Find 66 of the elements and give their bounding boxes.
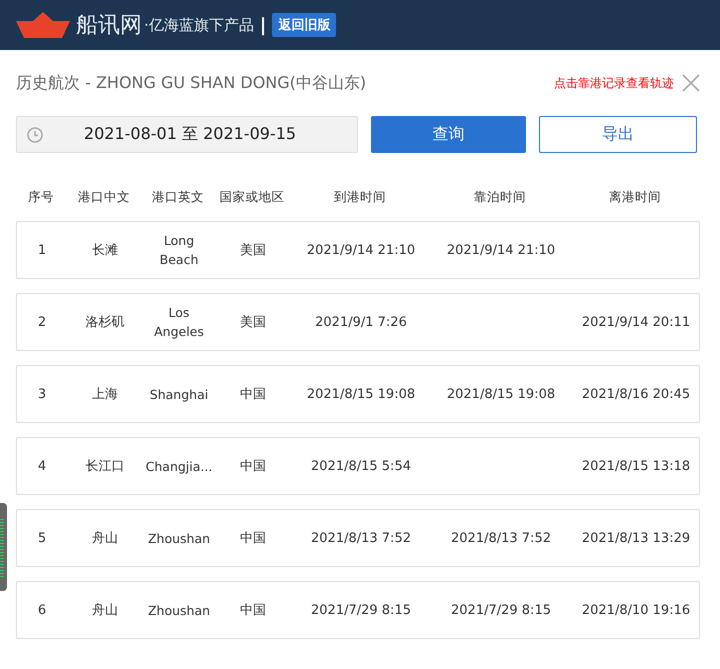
table-cell-text: 2021/8/16 20:45 [582, 386, 690, 404]
port-record-row[interactable]: 1 长滩 Long Beach 美国 2021/9/14 21:10 2021/9/14 21:10 [16, 221, 700, 279]
divider-mark: | [260, 14, 266, 36]
column-header: 序号 [27, 188, 55, 206]
table-cell-text: Long Beach [160, 232, 198, 269]
table-cell-text: 2021/8/15 5:54 [311, 458, 411, 476]
port-record-row[interactable]: 3 上海 Shanghai 中国 2021/8/15 19:08 2021/8/15 19:08 2021/8/16 20:45 [16, 365, 700, 423]
table-cell-text: 洛杉矶 [86, 314, 124, 332]
port-record-row[interactable]: 6 舟山 Zhoushan 中国 2021/7/29 8:15 2021/7/29 8:15 2021/8/10 19:16 [16, 581, 700, 639]
side-handle[interactable] [0, 503, 7, 591]
table-cell-text: 1 [38, 242, 46, 260]
table-cell-text: 2021/9/14 20:11 [582, 314, 690, 332]
table-cell-text: 5 [38, 530, 46, 548]
clock-icon [27, 126, 43, 142]
table-cell-text: 长江口 [86, 458, 124, 476]
table-cell-text: 美国 [240, 242, 266, 260]
table-cell-text: 中国 [240, 602, 266, 620]
table-cell-text: 2 [38, 314, 46, 332]
table-cell-text: 2021/7/29 8:15 [311, 602, 411, 620]
date-range-text: 2021-08-01 至 2021-09-15 [82, 124, 298, 145]
table-cell-text: Zhoushan [148, 530, 210, 548]
table-cell-text: 2021/9/14 21:10 [446, 242, 556, 260]
table-cell-text: 中国 [240, 530, 266, 548]
port-record-row[interactable]: 4 长江口 Changjia... 中国 2021/8/15 5:54 2021/8/15 13:18 [16, 437, 700, 495]
old-version-button[interactable]: 返回旧版 [272, 13, 336, 37]
tagline: ·亿海蓝旗下产品 [144, 16, 254, 34]
column-header: 国家或地区 [218, 188, 286, 206]
table-cell-text: 2021/8/13 7:52 [451, 530, 551, 548]
table-cell-text: Los Angeles [154, 304, 204, 341]
date-range-field[interactable]: 2021-08-01 至 2021-09-15 [16, 116, 358, 153]
port-record-row[interactable]: 5 舟山 Zhoushan 中国 2021/8/13 7:52 2021/8/13 7:52 2021/8/13 13:29 [16, 509, 700, 567]
table-cell-text: 2021/8/15 13:18 [582, 458, 690, 476]
table-cell-text: 长滩 [92, 242, 118, 260]
table-cell-text: 6 [38, 602, 46, 620]
port-record-row[interactable]: 2 洛杉矶 Los Angeles 美国 2021/9/1 7:26 2021/9/14 20:11 [16, 293, 700, 351]
table-cell-text: 4 [38, 458, 46, 476]
panel-title: 历史航次 - ZHONG GU SHAN DONG(中谷山东) [16, 72, 368, 94]
table-cell-text: 2021/8/13 7:52 [311, 530, 411, 548]
query-button[interactable]: 查询 [371, 116, 526, 153]
table-cell-text: 2021/9/14 21:10 [306, 242, 416, 260]
column-header: 港口英文 [151, 188, 205, 206]
column-header: 港口中文 [77, 188, 131, 206]
table-cell-text: 2021/8/15 19:08 [446, 386, 556, 404]
table-cell-text: 2021/9/1 7:26 [315, 314, 407, 332]
table-cell-text: Changjia... [146, 458, 212, 476]
table-cell-text: Shanghai [150, 386, 208, 404]
table-cell-text: Zhoushan [148, 602, 210, 620]
column-header: 离港时间 [608, 188, 662, 206]
column-header: 靠泊时间 [473, 188, 527, 206]
table-cell-text: 2021/8/13 13:29 [582, 530, 690, 548]
table-cell-text: 2021/7/29 8:15 [451, 602, 551, 620]
brand-name: 船讯网 [76, 12, 142, 40]
close-icon[interactable] [682, 74, 700, 92]
boat-logo-icon [16, 12, 70, 38]
table-cell-text: 舟山 [92, 530, 118, 548]
table-cell-text: 2021/8/10 19:16 [582, 602, 690, 620]
table-cell-text: 中国 [240, 458, 266, 476]
table-cell-text: 舟山 [92, 602, 118, 620]
track-hint: 点击靠港记录查看轨迹 [554, 74, 674, 92]
table-cell-text: 3 [38, 386, 46, 404]
table-cell-text: 上海 [92, 386, 118, 404]
table-cell-text: 中国 [240, 386, 266, 404]
table-cell-text: 美国 [240, 314, 266, 332]
column-header: 到港时间 [333, 188, 387, 206]
table-cell-text: 2021/8/15 19:08 [306, 386, 416, 404]
export-button[interactable]: 导出 [539, 116, 697, 153]
